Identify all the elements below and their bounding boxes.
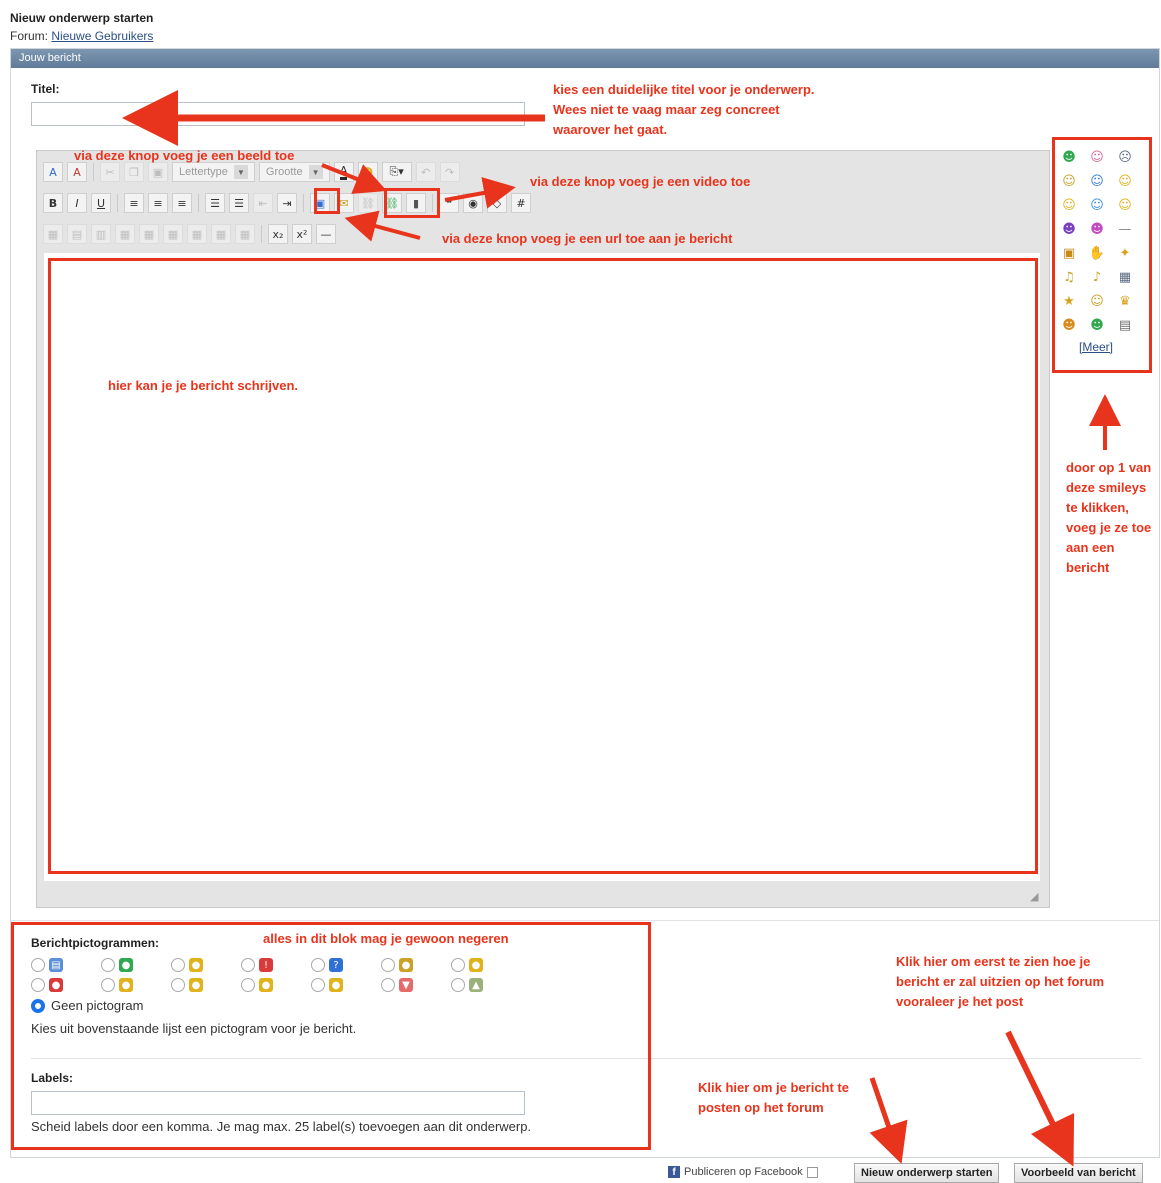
arrow-image (321, 163, 387, 194)
note-editor: hier kan je je bericht schrijven. (108, 378, 299, 393)
highlight-editor (48, 258, 1038, 874)
note-smileys: door op 1 van deze smileys te klikken, v… (1066, 460, 1152, 575)
highlight-ignore-block (11, 922, 651, 1150)
highlight-image-button (314, 188, 340, 214)
note-title: kies een duidelijke titel voor je onderw… (553, 82, 815, 137)
arrow-url (344, 210, 421, 242)
arrow-video (444, 177, 516, 209)
note-video: via deze knop voeg je een video toe (530, 174, 751, 189)
arrow-preview (1005, 1030, 1075, 1167)
note-image: via deze knop voeg je een beeld toe (74, 148, 295, 163)
note-url: via deze knop voeg je een url toe aan je… (442, 231, 733, 246)
highlight-link-video-buttons (384, 188, 440, 218)
highlight-smileys (1052, 137, 1152, 373)
note-post: Klik hier om je bericht te posten op het… (698, 1080, 849, 1115)
note-ignore-block: alles in dit blok mag je gewoon negeren (263, 931, 509, 946)
note-preview: Klik hier om eerst te zien hoe je berich… (896, 954, 1105, 1009)
